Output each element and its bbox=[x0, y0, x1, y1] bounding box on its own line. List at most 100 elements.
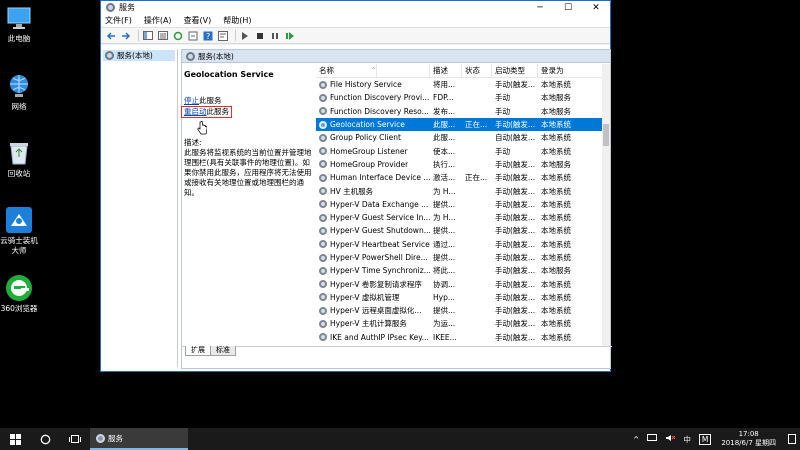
desktop-icon-360-browser[interactable]: 360浏览器 bbox=[0, 274, 38, 314]
restart-service-icon[interactable] bbox=[284, 30, 296, 42]
cell-name: Hyper-V Time Synchroniz... bbox=[316, 266, 430, 275]
table-row[interactable]: Hyper-V Guest Shutdown... 提供... 手动(触发... 本地… bbox=[316, 224, 610, 237]
tab-standard[interactable]: 标准 bbox=[210, 346, 236, 356]
service-gear-icon bbox=[319, 306, 327, 315]
sort-ascending-icon: ^ bbox=[368, 64, 378, 78]
console-tree-icon[interactable] bbox=[142, 30, 154, 42]
stop-service-action: 停止此服务 bbox=[184, 96, 312, 106]
cell-name: Hyper-V Heartbeat Service bbox=[316, 240, 430, 249]
service-gear-icon bbox=[319, 200, 327, 209]
table-row[interactable]: IKE and AuthIP IPsec Key... IKEE... 手动(触发.… bbox=[316, 331, 610, 344]
task-view-icon[interactable] bbox=[60, 428, 90, 450]
cell-description: 提供... bbox=[433, 226, 456, 236]
cell-name: Hyper-V 远程桌面虚拟化... bbox=[316, 305, 430, 316]
service-name: Geolocation Service bbox=[330, 120, 405, 130]
windows-start-icon[interactable] bbox=[0, 428, 30, 450]
scrollbar-thumb[interactable] bbox=[603, 124, 609, 146]
tray-network-icon[interactable] bbox=[647, 434, 658, 444]
service-name: Group Policy Client bbox=[330, 133, 401, 143]
ime-mode-indicator[interactable]: M bbox=[698, 433, 712, 445]
table-row[interactable]: File History Service 将用... 手动(触发... 本地系统 bbox=[316, 78, 610, 91]
table-row[interactable]: HomeGroup Listener 使本... 手动 本地系统 bbox=[316, 144, 610, 157]
desktop-icon-recycle-bin[interactable]: 回收站 bbox=[0, 139, 38, 179]
service-name: Hyper-V 远程桌面虚拟化... bbox=[330, 306, 422, 316]
table-row[interactable]: Hyper-V Guest Service In... 为 H... 手动(触发..… bbox=[316, 211, 610, 224]
service-name: HomeGroup Provider bbox=[330, 159, 409, 169]
cell-description: 发布... bbox=[433, 106, 456, 116]
tab-extended[interactable]: 扩展 bbox=[185, 346, 211, 356]
title-bar[interactable]: 服务 ─ ☐ ✕ bbox=[101, 1, 610, 14]
cortana-search-icon[interactable] bbox=[30, 428, 60, 450]
column-header-status[interactable]: 状态 bbox=[462, 64, 492, 78]
table-row[interactable]: Hyper-V Time Synchroniz... 将此... 手动(触发... 本… bbox=[316, 264, 610, 277]
service-name: Hyper-V 主机计算服务 bbox=[330, 319, 407, 329]
desktop-icon-this-pc[interactable]: 此电脑 bbox=[0, 4, 38, 44]
table-row[interactable]: Hyper-V Data Exchange ... 提供... 手动(触发... 本地… bbox=[316, 198, 610, 211]
minimize-button[interactable]: ─ bbox=[526, 1, 554, 14]
close-button[interactable]: ✕ bbox=[582, 1, 610, 14]
refresh-icon[interactable] bbox=[172, 30, 184, 42]
stop-service-link[interactable]: 停止 bbox=[184, 96, 199, 105]
service-name: Hyper-V Guest Service In... bbox=[330, 213, 430, 223]
table-row[interactable]: Hyper-V PowerShell Dire... 提供... 手动(触发... 本… bbox=[316, 251, 610, 264]
taskbar-app-services[interactable]: 服务 bbox=[90, 428, 188, 450]
cell-startup-type: 手动(触发... bbox=[495, 292, 536, 302]
vertical-scrollbar[interactable] bbox=[602, 64, 610, 346]
cell-name: Function Discovery Provi... bbox=[316, 93, 430, 102]
cell-description: IKEE... bbox=[433, 332, 457, 342]
cell-startup-type: 手动(触发... bbox=[495, 186, 536, 196]
properties-list-icon[interactable] bbox=[157, 30, 169, 42]
table-row[interactable]: Hyper-V 虚拟机管理 Hyp... 手动(触发... 本地系统 bbox=[316, 291, 610, 304]
table-row[interactable]: Function Discovery Provi... FDP... 手动 本地服务 bbox=[316, 91, 610, 104]
cell-startup-type: 手动(触发... bbox=[495, 319, 536, 329]
desktop-icon-label: 回收站 bbox=[7, 169, 31, 178]
column-header-log-on-as[interactable]: 登录为 bbox=[538, 64, 598, 78]
input-language-indicator[interactable]: 中 bbox=[683, 434, 691, 445]
notifications-icon[interactable] bbox=[788, 434, 796, 444]
table-row[interactable]: Human Interface Device ... 激活... 正在... 手动(触… bbox=[316, 171, 610, 184]
menu-action[interactable]: 操作(A) bbox=[144, 15, 172, 26]
menu-view[interactable]: 查看(V) bbox=[184, 15, 212, 26]
table-row[interactable]: Hyper-V 远程桌面虚拟化... 提供... 手动(触发... 本地系统 bbox=[316, 304, 610, 317]
service-gear-icon bbox=[319, 266, 327, 275]
start-service-icon[interactable] bbox=[239, 30, 251, 42]
cell-startup-type: 手动(触发... bbox=[495, 279, 536, 289]
table-row[interactable]: HomeGroup Provider 执行... 手动(触发... 本地服务 bbox=[316, 158, 610, 171]
cell-description: 此服... bbox=[433, 133, 456, 143]
maximize-button[interactable]: ☐ bbox=[554, 1, 582, 14]
cell-name: Hyper-V Guest Shutdown... bbox=[316, 226, 430, 235]
table-row[interactable]: Function Discovery Reso... 发布... 手动 本地服务 bbox=[316, 105, 610, 118]
forward-arrow-icon[interactable] bbox=[120, 30, 132, 42]
table-row[interactable]: Hyper-V 卷影复制请求程序 协调... 手动(触发... 本地系统 bbox=[316, 277, 610, 290]
column-header-startup-type[interactable]: 启动类型 bbox=[492, 64, 538, 78]
tree-node-services-local[interactable]: 服务(本地) bbox=[103, 50, 175, 61]
description-label: 描述: bbox=[184, 138, 202, 147]
tray-volume-muted-icon[interactable] bbox=[665, 434, 676, 444]
help-icon[interactable]: ? bbox=[202, 30, 214, 42]
cell-description: 为 H... bbox=[433, 186, 456, 196]
pane-title: 服务(本地) bbox=[198, 51, 234, 61]
menu-file[interactable]: 文件(F) bbox=[105, 15, 132, 26]
tray-chevron-up-icon[interactable]: ^ bbox=[633, 435, 639, 444]
desktop-icon-yunqishi[interactable]: 云骑士装机大师 bbox=[0, 206, 38, 256]
table-row[interactable]: HV 主机服务 为 H... 手动(触发... 本地系统 bbox=[316, 184, 610, 197]
stop-service-icon[interactable] bbox=[254, 30, 266, 42]
cell-description: 为运... bbox=[433, 319, 456, 329]
pane-header: 服务(本地) bbox=[182, 50, 610, 63]
table-row[interactable]: Hyper-V Heartbeat Service 通过... 手动(触发... 本地… bbox=[316, 238, 610, 251]
table-row[interactable]: Geolocation Service 此服... 正在... 手动(触发... 本地系… bbox=[316, 117, 610, 132]
back-arrow-icon[interactable] bbox=[105, 30, 117, 42]
help-topic-icon[interactable] bbox=[217, 30, 229, 42]
menu-help[interactable]: 帮助(H) bbox=[223, 15, 251, 26]
table-row[interactable]: Hyper-V 主机计算服务 为运... 手动(触发... 本地系统 bbox=[316, 317, 610, 330]
column-header-description[interactable]: 描述 bbox=[430, 64, 462, 78]
service-gear-icon bbox=[319, 253, 327, 262]
service-detail-panel: Geolocation Service 停止此服务 重启动此服务 描述: 此服务… bbox=[181, 66, 312, 346]
table-row[interactable]: Group Policy Client 此服... 自动(触发... 本地系统 bbox=[316, 131, 610, 144]
desktop-icon-network[interactable]: 网络 bbox=[0, 72, 38, 112]
restart-service-link[interactable]: 重启动 bbox=[184, 107, 207, 116]
export-list-icon[interactable] bbox=[187, 30, 199, 42]
clock[interactable]: 17:08 2018/6/7 星期四 bbox=[721, 430, 776, 448]
pause-service-icon[interactable] bbox=[269, 30, 281, 42]
service-name: Hyper-V PowerShell Dire... bbox=[330, 253, 428, 262]
